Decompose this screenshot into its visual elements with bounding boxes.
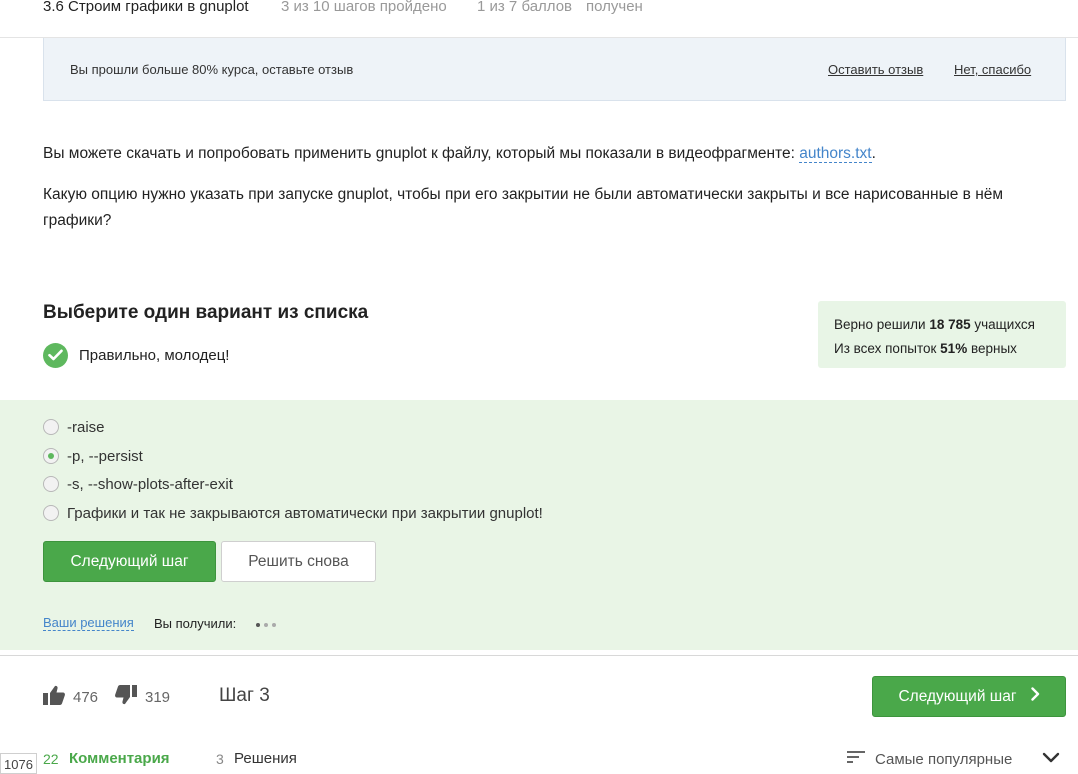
loading-dots-icon (256, 623, 276, 627)
radio-button[interactable] (43, 505, 59, 521)
download-paragraph: Вы можете скачать и попробовать применит… (43, 141, 1068, 167)
status-text: Правильно, молодец! (79, 346, 230, 364)
option-label: -raise (67, 418, 105, 436)
solve-stats: Верно решили 18 785 учащихся Из всех поп… (818, 301, 1066, 368)
question-text: Какую опцию нужно указать при запуске gn… (43, 186, 1004, 229)
solved-line: Верно решили 18 785 учащихся (834, 313, 1050, 337)
option-persist[interactable]: -p, --persist (43, 445, 143, 467)
like-button[interactable]: 476 (43, 685, 99, 710)
solved-prefix: Верно решили (834, 317, 926, 332)
divider (0, 655, 1078, 656)
solved-count: 18 785 (929, 317, 971, 332)
attempts-percent: 51% (940, 341, 968, 356)
solutions-count: 3 (216, 751, 224, 767)
lesson-header: 3.6 Строим графики в gnuplot 3 из 10 шаг… (0, 0, 1078, 38)
step-id: 1076 (0, 753, 37, 774)
dislike-count: 319 (145, 688, 171, 706)
radio-button[interactable] (43, 476, 59, 492)
dislike-button[interactable]: 319 (115, 684, 171, 710)
solved-suffix: учащихся (974, 317, 1035, 332)
next-step-button[interactable]: Следующий шаг (43, 541, 216, 582)
your-solutions-link[interactable]: Ваши решения (43, 616, 134, 631)
radio-button[interactable] (43, 419, 59, 435)
sort-label: Самые популярные (875, 750, 1013, 768)
leave-review-link[interactable]: Оставить отзыв (828, 62, 923, 77)
comments-count: 22 (43, 751, 59, 767)
quiz-title: Выберите один вариант из списка (43, 302, 369, 323)
option-no-close[interactable]: Графики и так не закрываются автоматичес… (43, 502, 543, 524)
sort-dropdown[interactable]: Самые популярные (847, 749, 1012, 769)
banner-message: Вы прошли больше 80% курса, оставьте отз… (70, 62, 354, 77)
option-label: -s, --show-plots-after-exit (67, 475, 233, 493)
points-suffix: получен (586, 0, 643, 15)
like-count: 476 (73, 688, 99, 706)
solve-again-button[interactable]: Решить снова (221, 541, 376, 582)
attempts-suffix: верных (970, 341, 1017, 356)
attempts-prefix: Из всех попыток (834, 341, 937, 356)
option-show-plots[interactable]: -s, --show-plots-after-exit (43, 473, 233, 495)
attempts-line: Из всех попыток 51% верных (834, 337, 1050, 361)
option-raise[interactable]: -raise (43, 416, 105, 438)
check-icon (43, 342, 68, 368)
option-label: Графики и так не закрываются автоматичес… (67, 504, 543, 522)
result-status: Правильно, молодец! (43, 342, 229, 368)
lesson-title[interactable]: 3.6 Строим графики в gnuplot (43, 0, 249, 15)
comments-tab[interactable]: Комментария (69, 750, 170, 767)
download-text: Вы можете скачать и попробовать применит… (43, 145, 800, 162)
review-banner: Вы прошли больше 80% курса, оставьте отз… (43, 38, 1066, 101)
answer-area (0, 400, 1078, 650)
points-progress: 1 из 7 баллов (477, 0, 573, 15)
steps-progress: 3 из 10 шагов пройдено (281, 0, 447, 15)
authors-file-link[interactable]: authors.txt (799, 145, 872, 163)
next-step-label: Следующий шаг (898, 687, 1017, 705)
sort-icon (847, 750, 865, 769)
thumbs-down-icon (115, 684, 137, 710)
chevron-right-icon (1030, 687, 1040, 706)
footer-next-step-button[interactable]: Следующий шаг (872, 676, 1066, 717)
you-got-label: Вы получили: (154, 616, 237, 631)
option-label: -p, --persist (67, 447, 143, 465)
no-thanks-link[interactable]: Нет, спасибо (954, 62, 1031, 77)
chevron-down-icon[interactable] (1042, 751, 1060, 769)
thumbs-up-icon (43, 685, 65, 710)
radio-button-selected[interactable] (43, 448, 59, 464)
step-label: Шаг 3 (219, 685, 270, 706)
solutions-tab[interactable]: Решения (234, 750, 297, 767)
download-end: . (871, 145, 876, 162)
